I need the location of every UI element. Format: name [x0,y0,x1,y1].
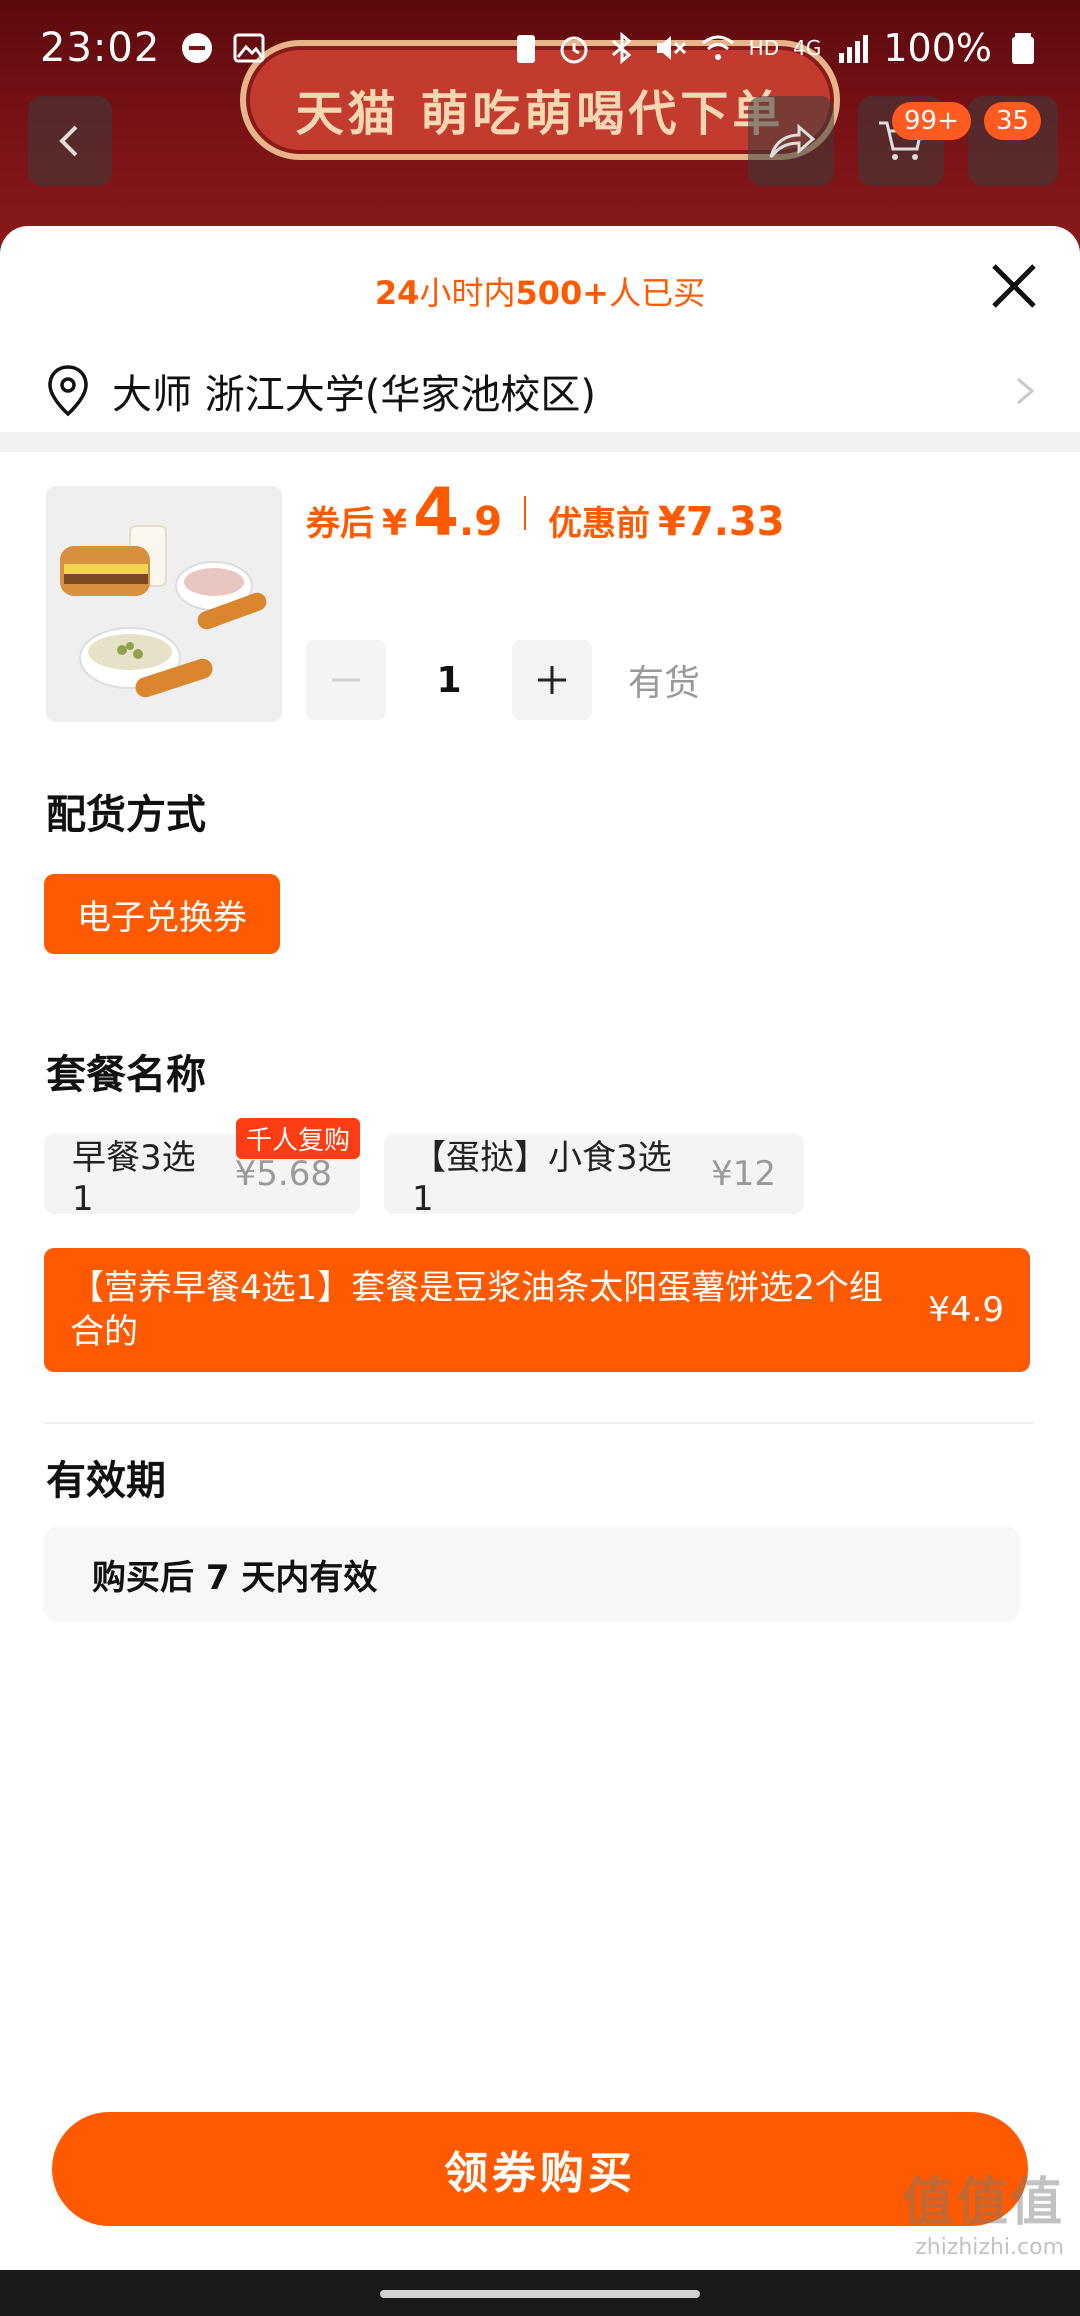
validity-section-title: 有效期 [46,1458,166,1504]
share-icon [769,123,815,158]
address-row[interactable]: 大师 浙江大学(华家池校区) [46,346,1040,436]
original-price: ¥7.33 [658,499,785,545]
status-notifications [180,31,266,65]
price-separator [524,495,527,530]
price-integer: 4 [413,474,459,551]
sales-suffix: 人已买 [609,274,706,312]
repurchase-badge: 千人复购 [235,1118,360,1159]
price-after-coupon-label: 券后 [306,504,374,544]
address-text: 大师 浙江大学(华家池校区) [112,372,596,418]
status-bar: 23:02 HD 4G 100% [0,0,1080,96]
option-name: 【营养早餐4选1】套餐是豆浆油条太阳蛋薯饼选2个组合的 [70,1268,883,1352]
signal-icon [839,35,869,63]
status-right: HD 4G 100% [509,26,1040,70]
plus-icon [538,666,566,694]
original-price-label: 优惠前 [548,504,651,544]
section-divider [44,1422,1034,1424]
do-not-disturb-icon [182,33,213,63]
chevron-right-icon [1017,377,1035,405]
wifi-icon [701,35,734,60]
option-price: ¥4.9 [928,1290,1004,1330]
sales-mid: 小时内 [419,274,516,312]
package-option-eggtart[interactable]: 【蛋挞】小食3选1 ¥12 [384,1134,804,1219]
bluetooth-icon [611,31,631,65]
mute-icon [656,36,686,60]
package-section-title: 套餐名称 [46,1052,206,1098]
hd-label: HD [748,36,780,60]
stock-status: 有货 [628,663,701,704]
minus-icon [332,678,360,682]
sales-prefix: 24 [374,274,420,312]
section-divider [0,432,1080,452]
watermark-url: zhizhizhi.com [915,2235,1064,2260]
option-name: 【蛋挞】小食3选1 [412,1137,672,1219]
chevron-left-icon [59,125,78,157]
package-option-breakfast[interactable]: 早餐3选1 ¥5.68 千人复购 [44,1118,360,1219]
gallery-icon [233,33,265,63]
home-gesture-handle[interactable] [380,2290,700,2298]
price-decimal: .9 [459,499,503,545]
delivery-section-title: 配货方式 [46,792,206,838]
product-image[interactable] [46,486,282,722]
price-currency: ¥ [382,503,408,544]
delivery-option-evoucher[interactable]: 电子兑换券 [44,874,280,954]
sales-number: 500+ [515,274,610,312]
back-button[interactable] [28,96,112,186]
battery-saver-icon [516,35,535,63]
quantity-value[interactable]: 1 [386,660,512,701]
sku-sheet: 24小时内500+人已买 大师 浙江大学(华家池校区) 券后 ¥ 4 .9 优惠… [0,226,1080,2270]
option-price: ¥5.68 [234,1154,332,1194]
quantity-stepper: 1 有货 [306,640,700,720]
option-price: ¥12 [711,1154,776,1194]
network-label: 4G [793,36,822,60]
location-pin-icon [48,365,88,417]
package-option-nutrition-selected[interactable]: 【营养早餐4选1】套餐是豆浆油条太阳蛋薯饼选2个组合的 ¥4.9 [44,1248,1030,1372]
close-icon[interactable] [984,256,1044,316]
share-button[interactable] [748,96,834,186]
increase-button[interactable] [512,640,592,720]
sales-count: 24小时内500+人已买 [0,268,1080,314]
watermark: 值值值 zhizhizhi.com [902,2160,1064,2260]
decrease-button[interactable] [306,640,386,720]
price-row: 券后 ¥ 4 .9 优惠前 ¥7.33 [306,474,785,551]
status-time: 23:02 [40,25,161,71]
alarm-icon [560,36,588,64]
breakfast-combo-illustration [46,486,282,722]
watermark-logo: 值值值 [901,2173,1064,2233]
claim-and-buy-button[interactable]: 领券购买 [52,2112,1028,2226]
more-badge: 35 [984,102,1042,140]
battery-percent: 100% [883,26,992,70]
validity-value: 购买后 7 天内有效 [44,1526,1020,1622]
option-name: 早餐3选1 [72,1137,196,1219]
cart-badge: 99+ [892,102,971,140]
battery-icon [1012,33,1034,64]
